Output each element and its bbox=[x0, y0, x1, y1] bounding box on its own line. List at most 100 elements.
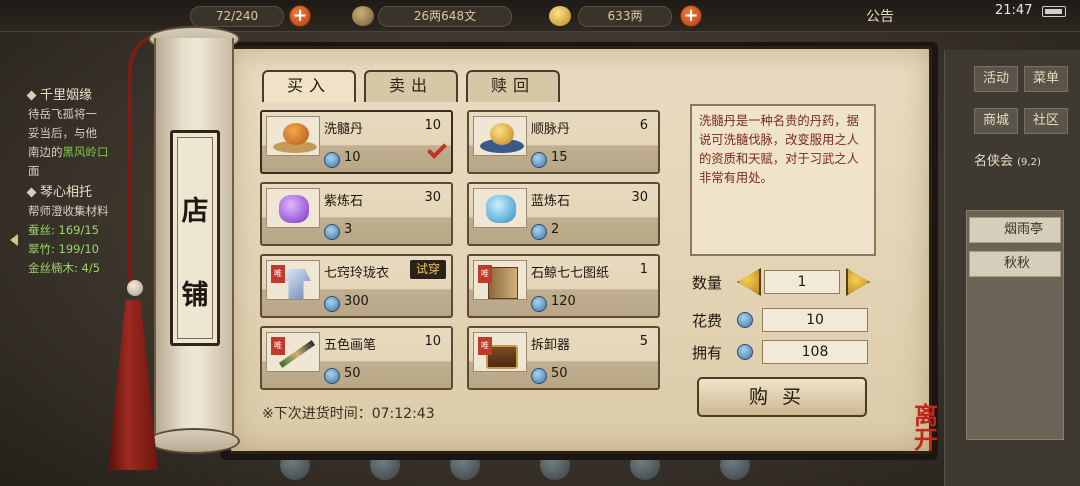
gold-ingot-icon bbox=[549, 6, 571, 26]
hot-tag: 唯 bbox=[478, 265, 492, 283]
shop-title-plaque: 店 铺 bbox=[170, 130, 220, 346]
item-quantity: 6 bbox=[639, 118, 648, 133]
item-name: 洗髓丹 bbox=[324, 122, 364, 137]
shop-item[interactable]: 顺脉丹 6 15 bbox=[467, 110, 660, 174]
blueprint-book-icon bbox=[488, 267, 518, 299]
announcement-button[interactable]: 公告 bbox=[866, 6, 894, 26]
coin-icon bbox=[324, 296, 340, 312]
item-quantity: 5 bbox=[639, 334, 648, 349]
item-price: 50 bbox=[551, 366, 568, 381]
item-price: 15 bbox=[551, 150, 568, 165]
add-gold-button[interactable]: + bbox=[680, 5, 702, 27]
coin-icon bbox=[324, 368, 340, 384]
purple-stone-icon bbox=[279, 195, 309, 223]
leave-button[interactable]: 离开 bbox=[906, 404, 946, 452]
owned-label: 拥有 bbox=[692, 344, 723, 362]
item-name: 紫炼石 bbox=[324, 194, 364, 209]
item-quantity: 10 bbox=[424, 334, 441, 349]
hot-tag: 唯 bbox=[478, 337, 492, 355]
item-thumbnail bbox=[473, 116, 527, 156]
blue-stone-icon bbox=[486, 195, 516, 223]
shop-item[interactable]: 紫炼石 30 3 bbox=[260, 182, 453, 246]
coin-icon bbox=[324, 224, 340, 240]
shop-item[interactable]: 洗髓丹 10 10 bbox=[260, 110, 453, 174]
quest-location-link[interactable]: 黑风岭口 bbox=[63, 145, 109, 159]
community-button[interactable]: 社区 bbox=[1024, 108, 1068, 134]
item-name: 五色画笔 bbox=[324, 338, 377, 353]
gold-value: 633两 bbox=[607, 9, 643, 23]
coin-icon bbox=[737, 344, 753, 360]
hot-tag: 唯 bbox=[271, 337, 285, 355]
buy-button[interactable]: 购买 bbox=[697, 377, 867, 417]
gold-display: 633两 bbox=[578, 6, 672, 27]
item-thumbnail bbox=[266, 188, 320, 228]
item-quantity: 10 bbox=[424, 118, 441, 133]
selected-check-icon bbox=[427, 139, 447, 159]
item-thumbnail bbox=[473, 188, 527, 228]
copper-coin-icon bbox=[352, 6, 374, 26]
tab-sell[interactable]: 卖出 bbox=[364, 70, 458, 102]
copper-display: 26两648文 bbox=[378, 6, 512, 27]
orange-pill-icon bbox=[283, 123, 309, 145]
menu-button[interactable]: 菜单 bbox=[1024, 66, 1068, 92]
tassel-bead bbox=[127, 280, 143, 296]
item-price: 50 bbox=[344, 366, 361, 381]
item-thumbnail: 唯 bbox=[266, 332, 320, 372]
restock-timer: ※下次进货时间：07:12:43 bbox=[262, 406, 435, 422]
coin-icon bbox=[531, 368, 547, 384]
item-quantity: 1 bbox=[639, 262, 648, 277]
item-description: 洗髓丹是一种名贵的丹药，据说可洗髓伐脉，改变服用之人的资质和天赋，对于习武之人非… bbox=[690, 104, 876, 256]
activity-button[interactable]: 活动 bbox=[974, 66, 1018, 92]
coin-icon bbox=[531, 296, 547, 312]
item-price: 10 bbox=[344, 150, 361, 165]
quantity-field[interactable]: 1 bbox=[764, 270, 840, 294]
item-price: 120 bbox=[551, 294, 576, 309]
hot-tag: 唯 bbox=[271, 265, 285, 283]
item-quantity: 30 bbox=[424, 190, 441, 205]
item-name: 石鲸七七图纸 bbox=[531, 266, 610, 281]
item-name: 蓝炼石 bbox=[531, 194, 571, 209]
stamina-display: 72/240 bbox=[190, 6, 284, 27]
cost-label: 花费 bbox=[692, 312, 723, 330]
coin-icon bbox=[531, 152, 547, 168]
tab-buy[interactable]: 买入 bbox=[262, 70, 356, 102]
scroll-roller-bottom bbox=[148, 428, 240, 454]
person-item[interactable]: 秋秋 bbox=[969, 251, 1061, 277]
shop-item[interactable]: 蓝炼石 30 2 bbox=[467, 182, 660, 246]
item-price: 3 bbox=[344, 222, 353, 237]
person-item[interactable]: 烟雨亭 bbox=[969, 217, 1061, 243]
diamond-icon bbox=[26, 90, 37, 101]
shop-item[interactable]: 唯 五色画笔 10 50 bbox=[260, 326, 453, 390]
nearby-people-panel: 烟雨亭 秋秋 bbox=[966, 210, 1064, 440]
shop-item[interactable]: 唯 拆卸器 5 50 bbox=[467, 326, 660, 390]
item-price: 300 bbox=[344, 294, 369, 309]
item-thumbnail: 唯 bbox=[473, 260, 527, 300]
guild-label: 名侠会 (9,2) bbox=[974, 154, 1041, 169]
item-thumbnail: 唯 bbox=[266, 260, 320, 300]
tab-redeem[interactable]: 赎回 bbox=[466, 70, 560, 102]
item-name: 拆卸器 bbox=[531, 338, 571, 353]
coin-icon bbox=[531, 224, 547, 240]
add-stamina-button[interactable]: + bbox=[289, 5, 311, 27]
item-thumbnail bbox=[266, 116, 320, 156]
coin-icon bbox=[737, 312, 753, 328]
try-on-button[interactable]: 试穿 bbox=[410, 260, 446, 279]
mall-button[interactable]: 商城 bbox=[974, 108, 1018, 134]
item-quantity: 30 bbox=[631, 190, 648, 205]
owned-value: 108 bbox=[762, 340, 868, 364]
cost-value: 10 bbox=[762, 308, 868, 332]
shop-item[interactable]: 唯 七窍玲珑衣 试穿 300 bbox=[260, 254, 453, 318]
collapse-left-arrow-icon[interactable] bbox=[10, 234, 18, 246]
item-price: 2 bbox=[551, 222, 560, 237]
top-status-bar: 72/240 + 26两648文 633两 + 公告 21:47 bbox=[0, 0, 1080, 32]
shop-title-char: 铺 bbox=[181, 280, 209, 311]
shop-item[interactable]: 唯 石鲸七七图纸 1 120 bbox=[467, 254, 660, 318]
robe-icon bbox=[281, 269, 311, 299]
gold-pill-icon bbox=[490, 123, 514, 145]
copper-value: 26两648文 bbox=[413, 9, 477, 23]
battery-icon bbox=[1042, 6, 1066, 17]
coin-icon bbox=[324, 152, 340, 168]
item-thumbnail: 唯 bbox=[473, 332, 527, 372]
quantity-label: 数量 bbox=[692, 274, 723, 292]
diamond-icon bbox=[26, 187, 37, 198]
